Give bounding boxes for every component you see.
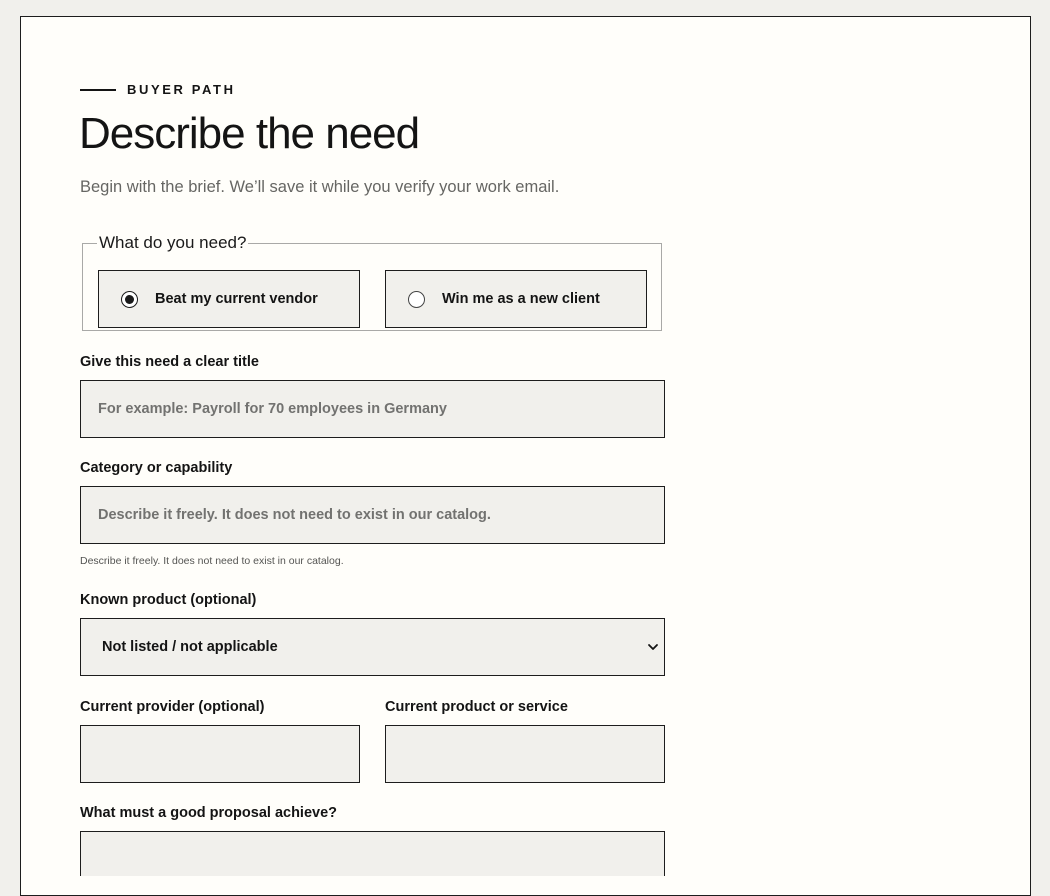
eyebrow-rule <box>80 88 116 91</box>
proposal-goal-input[interactable] <box>81 832 664 876</box>
need-type-legend: What do you need? <box>99 233 247 252</box>
proposal-goal-label: What must a good proposal achieve? <box>80 805 338 821</box>
title-field-box <box>80 380 665 438</box>
title-input[interactable] <box>81 381 664 437</box>
radio-label-beat-vendor: Beat my current vendor <box>155 291 318 307</box>
current-product-field-box <box>385 725 665 783</box>
title-label: Give this need a clear title <box>80 354 259 370</box>
radio-dot <box>125 294 134 304</box>
category-input[interactable] <box>81 487 664 543</box>
eyebrow-text: BUYER PATH <box>127 82 236 97</box>
current-provider-field-box <box>80 725 360 783</box>
need-type-fieldset: What do you need? Beat my current vendor… <box>82 233 662 331</box>
category-label: Category or capability <box>80 460 233 476</box>
current-provider-input[interactable] <box>81 726 359 782</box>
known-product-select[interactable]: Not listed / not applicable <box>81 619 664 675</box>
radio-unchecked-icon <box>408 290 425 308</box>
current-product-input[interactable] <box>386 726 664 782</box>
form-panel: BUYER PATH Describe the need Begin with … <box>20 16 1031 896</box>
current-product-label: Current product or service <box>385 699 568 715</box>
category-field-box <box>80 486 665 544</box>
eyebrow: BUYER PATH <box>80 82 236 97</box>
current-provider-label: Current provider (optional) <box>80 699 265 715</box>
category-hint: Describe it freely. It does not need to … <box>80 555 344 567</box>
radio-win-client[interactable]: Win me as a new client <box>385 270 647 328</box>
known-product-field-box: Not listed / not applicable <box>80 618 665 676</box>
radio-label-win-client: Win me as a new client <box>442 291 600 307</box>
page-subtitle: Begin with the brief. We’ll save it whil… <box>80 178 560 196</box>
known-product-label: Known product (optional) <box>80 592 257 608</box>
radio-checked-icon <box>121 290 138 308</box>
proposal-goal-field-box <box>80 831 665 876</box>
page-title: Describe the need <box>79 109 420 158</box>
radio-beat-vendor[interactable]: Beat my current vendor <box>98 270 360 328</box>
